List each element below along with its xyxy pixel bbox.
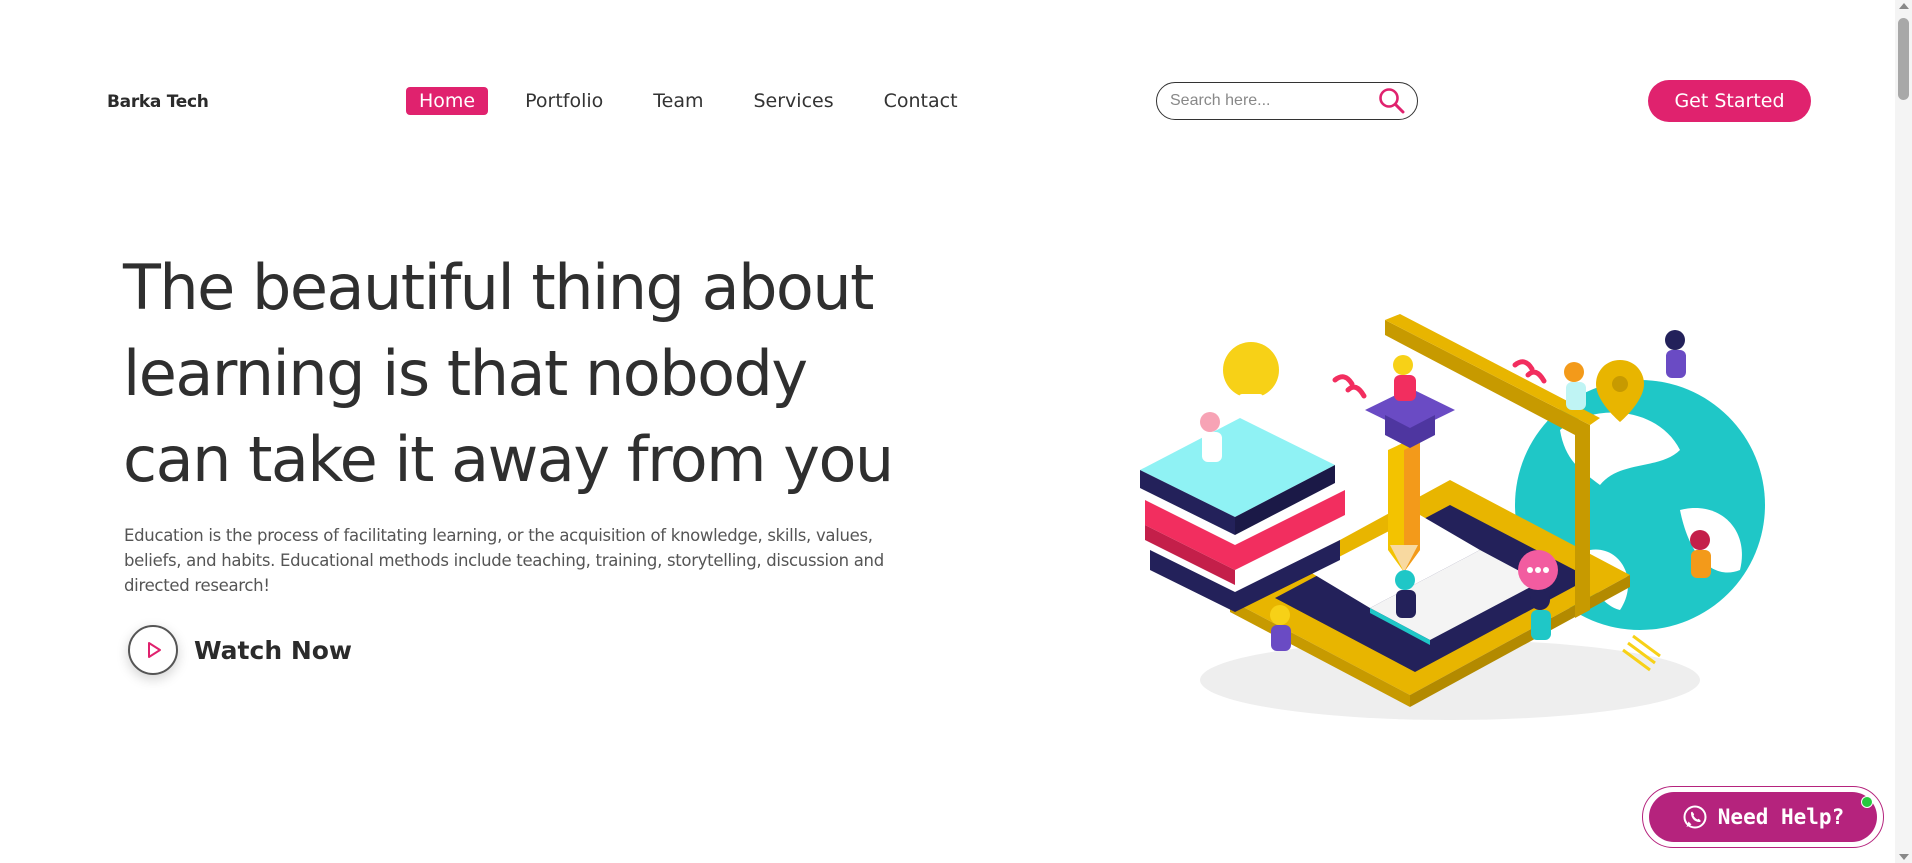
person-figure — [1665, 330, 1686, 378]
hero-description: Education is the process of facilitating… — [124, 526, 884, 595]
nav-item-contact[interactable]: Contact — [871, 87, 971, 115]
watch-now-label: Watch Now — [194, 635, 353, 665]
nav-item-portfolio[interactable]: Portfolio — [512, 87, 616, 115]
nav-item-team[interactable]: Team — [640, 87, 716, 115]
person-figure — [1564, 362, 1586, 410]
need-help-button[interactable]: Need Help? — [1649, 792, 1877, 842]
hero-headline: The beautiful thing about learning is th… — [123, 245, 923, 503]
person-figure — [1393, 355, 1416, 401]
nav-item-home[interactable]: Home — [406, 87, 489, 115]
help-widget: Need Help? — [1642, 786, 1884, 848]
need-help-label: Need Help? — [1717, 805, 1845, 829]
person-figure — [1530, 590, 1551, 640]
online-status-dot — [1861, 796, 1873, 808]
hero-headline-line: learning is that nobody — [123, 337, 808, 410]
scroll-down-arrow-icon[interactable] — [1899, 854, 1909, 860]
scroll-up-arrow-icon[interactable] — [1899, 3, 1909, 9]
hero-headline-line: can take it away from you — [123, 423, 894, 496]
get-started-button[interactable]: Get Started — [1648, 80, 1811, 122]
person-figure — [1690, 530, 1711, 578]
nav-item-services[interactable]: Services — [741, 87, 847, 115]
lightbulb-shape — [1223, 342, 1279, 398]
search-input[interactable] — [1170, 92, 1370, 110]
hero-headline-line: The beautiful thing about — [123, 251, 874, 324]
whatsapp-icon — [1683, 805, 1707, 829]
search-box — [1156, 82, 1418, 120]
person-figure — [1395, 570, 1416, 618]
play-icon[interactable] — [128, 625, 178, 675]
education-illustration — [1140, 314, 1765, 720]
brand-logo[interactable]: Barka Tech — [107, 92, 209, 112]
person-figure — [1270, 605, 1291, 651]
page-scrollbar[interactable] — [1895, 0, 1912, 863]
watch-now-button[interactable]: Watch Now — [128, 625, 352, 675]
scrollbar-thumb[interactable] — [1898, 18, 1909, 100]
search-icon[interactable] — [1377, 86, 1407, 116]
person-figure — [1200, 412, 1222, 462]
main-nav: Home Portfolio Team Services Contact — [406, 87, 995, 115]
